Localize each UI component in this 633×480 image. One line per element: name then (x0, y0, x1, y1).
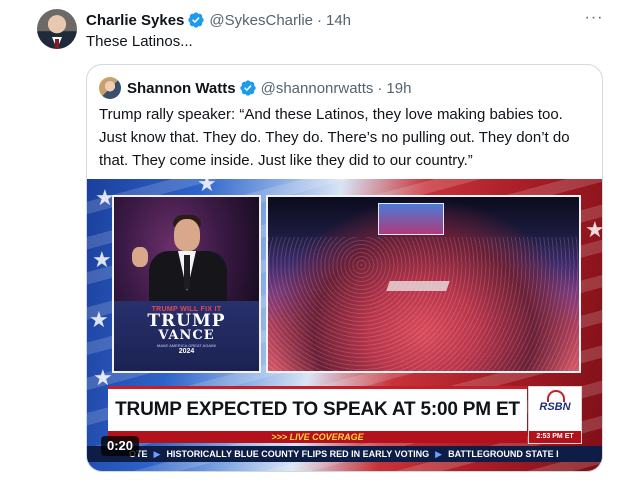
author-avatar[interactable] (37, 9, 77, 49)
news-ticker: OTE▶HISTORICALLY BLUE COUNTY FLIPS RED I… (87, 446, 602, 462)
speaker-video-panel: TRUMP WILL FIX IT TRUMP VANCE MAKE AMERI… (112, 195, 261, 373)
video-player[interactable]: ★ ★ ★ ★ ★ ★ TRUMP WILL FIX IT TRUMP VANC… (87, 179, 603, 471)
verified-badge-icon (188, 12, 205, 28)
quoted-tweet-header: Shannon Watts @shannonrwatts · 19h (127, 78, 411, 98)
news-headline-banner: TRUMP EXPECTED TO SPEAK AT 5:00 PM ET (108, 386, 527, 431)
star-icon: ★ (197, 179, 217, 196)
author-name[interactable]: Charlie Sykes (86, 12, 184, 29)
verified-badge-icon (239, 80, 256, 96)
headline-text: TRUMP EXPECTED TO SPEAK AT 5:00 PM ET (115, 399, 520, 420)
tweet-time[interactable]: 14h (326, 12, 351, 29)
quoted-tweet[interactable]: Shannon Watts @shannonrwatts · 19h Trump… (86, 64, 603, 472)
quoted-tweet-text: Trump rally speaker: “And these Latinos,… (99, 106, 570, 169)
author-handle[interactable]: @SykesCharlie (209, 12, 313, 29)
header-separator: · (377, 79, 383, 97)
live-coverage-label: >>> LIVE COVERAGE (108, 431, 527, 443)
campaign-podium-sign: TRUMP WILL FIX IT TRUMP VANCE MAKE AMERI… (114, 301, 259, 371)
header-separator: · (317, 11, 322, 29)
star-icon: ★ (89, 307, 109, 332)
tweet-text: These Latinos... (86, 33, 193, 50)
star-icon: ★ (92, 247, 112, 272)
network-clock: 2:53 PM ET (529, 431, 581, 443)
quoted-author-avatar[interactable] (99, 77, 121, 99)
arena-stage (386, 281, 450, 291)
quoted-tweet-time[interactable]: 19h (386, 80, 411, 97)
crowd-image (268, 237, 579, 371)
quoted-author-handle[interactable]: @shannonrwatts (261, 80, 374, 97)
network-logo: RSBN 2:53 PM ET (528, 386, 582, 444)
arena-video-panel (266, 195, 581, 373)
star-icon: ★ (585, 217, 603, 242)
tweet-header: Charlie Sykes @SykesCharlie · 14h (86, 10, 351, 30)
tweet[interactable]: Charlie Sykes @SykesCharlie · 14h ··· Th… (0, 0, 633, 480)
quoted-author-name[interactable]: Shannon Watts (127, 80, 236, 97)
video-duration: 0:20 (101, 436, 140, 456)
arena-scoreboard (378, 203, 444, 235)
more-options-icon[interactable]: ··· (583, 10, 605, 30)
